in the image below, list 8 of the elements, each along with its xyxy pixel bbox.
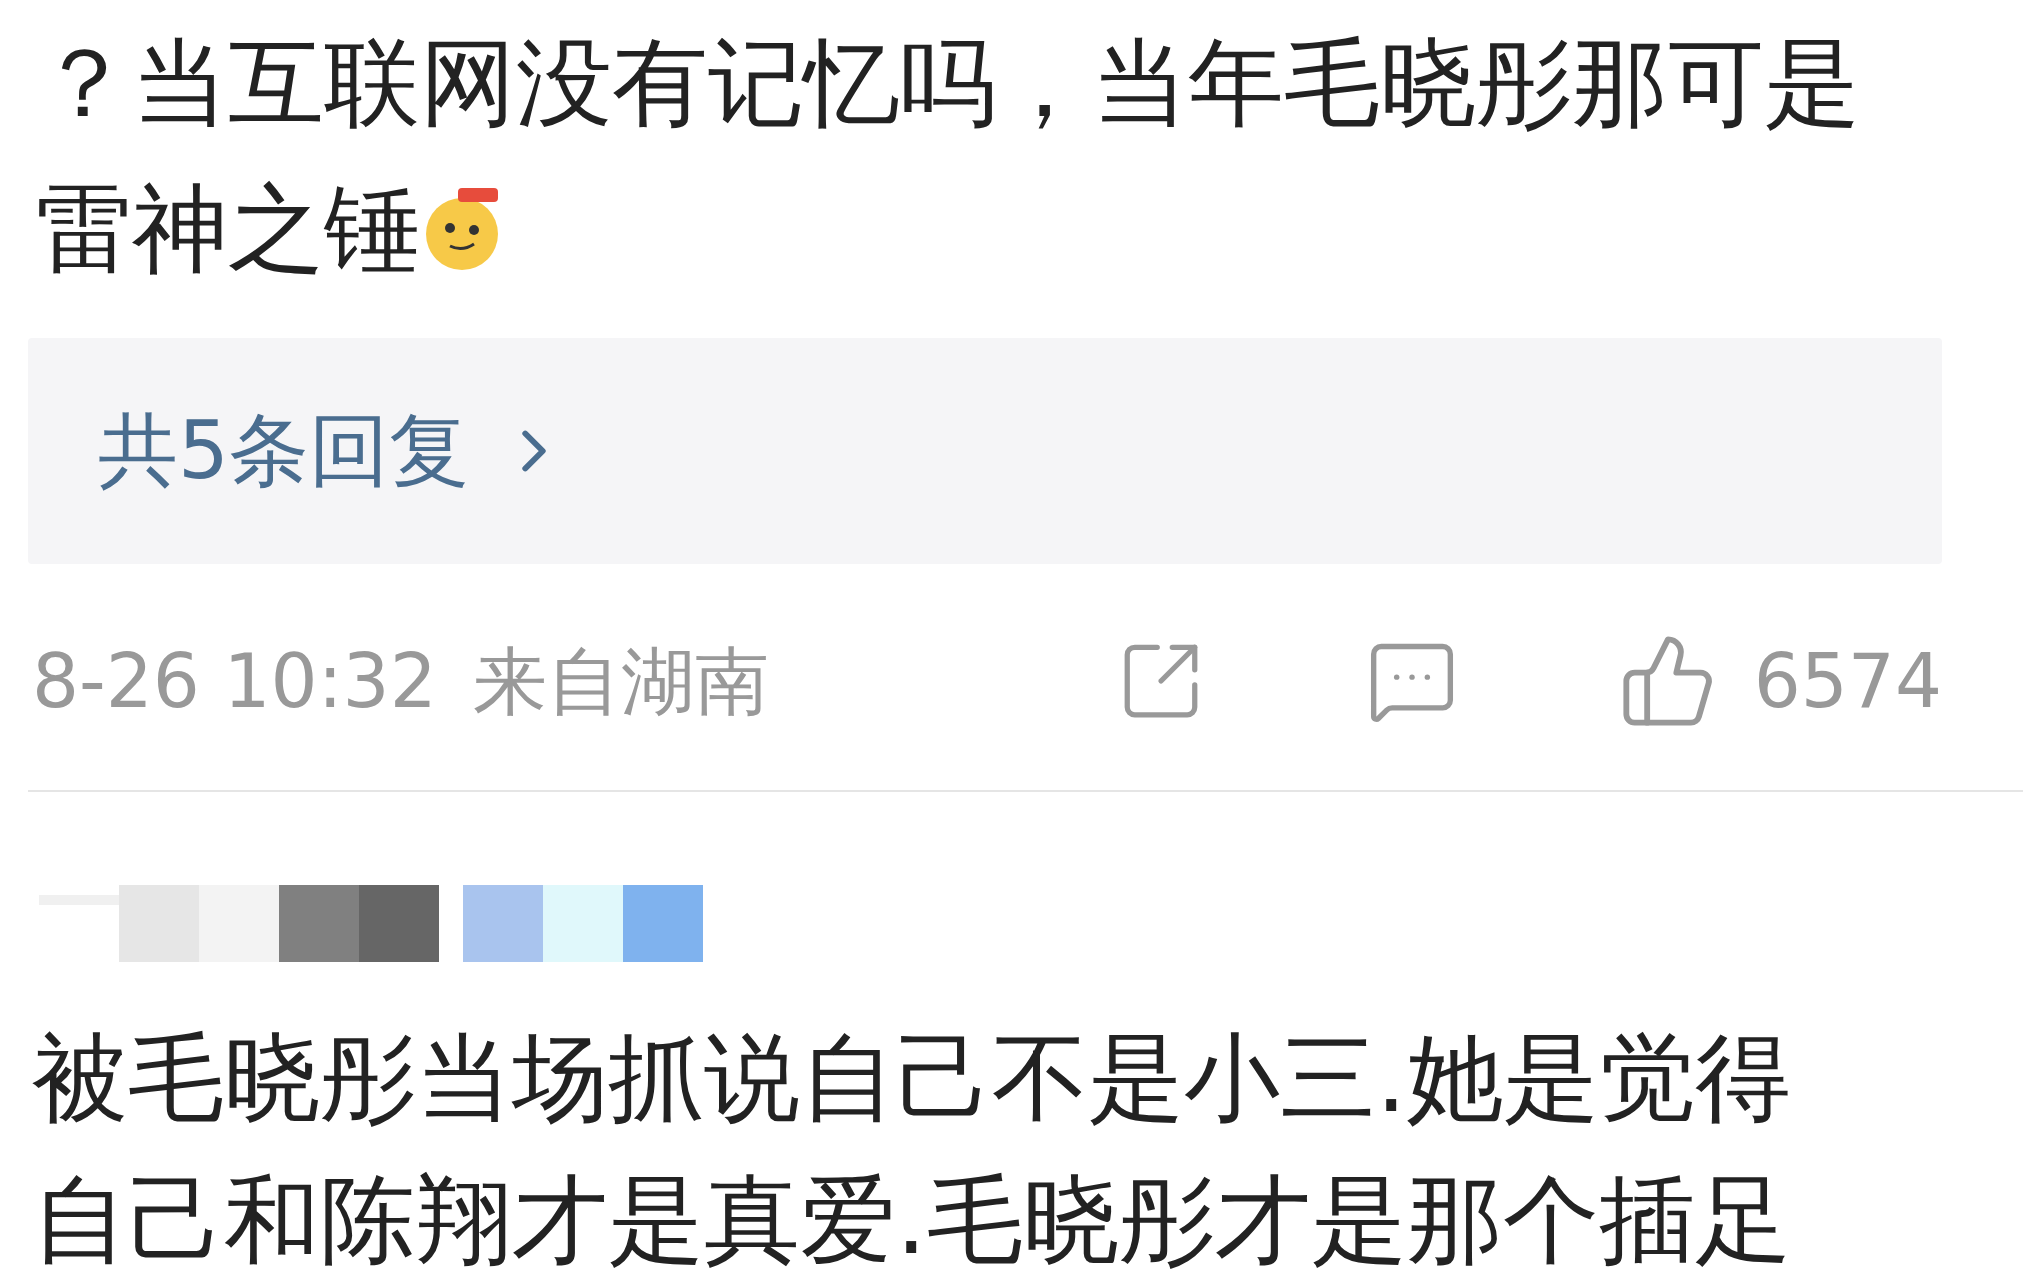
location-text: 来自湖南 <box>472 636 769 726</box>
like-count: 6574 <box>1753 636 1942 726</box>
timestamp: 8-26 10:32 <box>32 636 437 726</box>
replies-link[interactable]: 共5条回复 <box>28 338 1942 564</box>
comment-text-line: 自己和陈翔才是真爱.毛晓彤才是那个插足 <box>32 1165 1791 1275</box>
comment-text-line: 被毛晓彤当场抓说自己不是小三.她是觉得 <box>32 1023 1791 1133</box>
comment-text-line: 雷神之锤 <box>36 174 420 284</box>
comment-text-line: ？当互联网没有记忆吗，当年毛晓彤那可是 <box>36 28 1860 138</box>
